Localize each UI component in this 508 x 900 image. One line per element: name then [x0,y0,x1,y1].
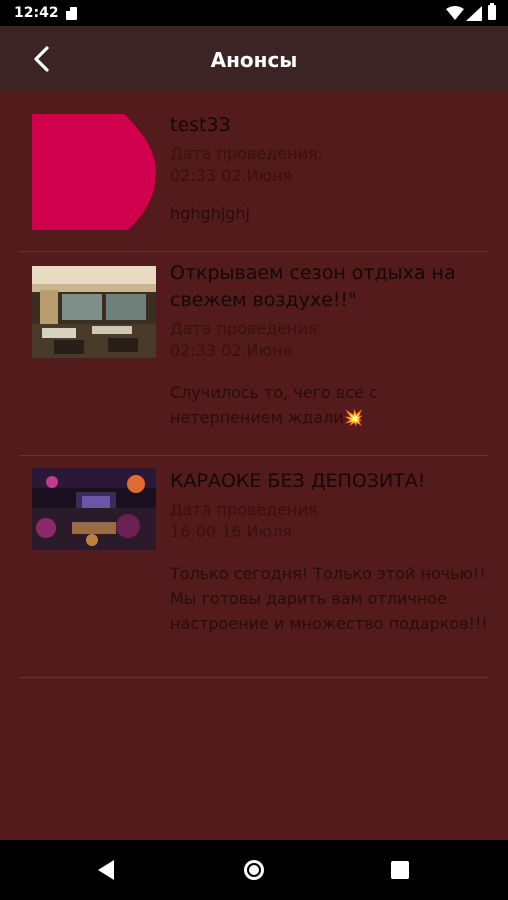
event-text: Открываем сезон отдыха на свежем воздухе… [170,260,488,430]
signal-icon [466,6,482,21]
event-item[interactable]: test33 Дата проведения: 02:33 02.Июня hg… [20,106,488,252]
nav-recents-button[interactable] [384,854,416,886]
battery-icon [488,3,496,20]
event-item[interactable]: Открываем сезон отдыха на свежем воздухе… [20,252,488,456]
events-list[interactable]: test33 Дата проведения: 02:33 02.Июня hg… [0,92,508,840]
status-time: 12:42 [14,5,59,21]
circle-home-icon [244,860,264,880]
page-title: Анонсы [210,48,298,72]
wifi-icon [446,6,464,20]
status-bar: 12:42 [0,0,508,26]
event-title: Открываем сезон отдыха на свежем воздухе… [170,262,456,311]
event-text: test33 Дата проведения: 02:33 02.Июня hg… [170,112,488,226]
event-title: test33 [170,114,231,136]
event-description: hghghjghj [170,204,250,223]
event-date-label: Дата проведения: [170,144,323,163]
event-title: КАРАОКЕ БЕЗ ДЕПОЗИТА! [170,470,426,492]
nav-back-button[interactable] [92,854,124,886]
nav-home-button[interactable] [238,854,270,886]
event-image [32,266,156,358]
sd-card-icon [66,7,77,20]
event-date: 02:33 02.Июня [170,166,293,185]
event-date-label: Дата проведения: [170,500,323,519]
event-description: Случилось то, чего все с нетерпением жда… [170,383,378,427]
event-date: 02:33 02.Июня [170,341,293,360]
event-image [32,468,156,550]
square-recents-icon [391,861,409,879]
triangle-back-icon [98,860,114,880]
event-text: КАРАОКЕ БЕЗ ДЕПОЗИТА! Дата проведения: 1… [170,468,488,636]
event-image [32,114,156,230]
event-description: Только сегодня! Только этой ночью!! Мы г… [170,564,488,633]
event-item[interactable]: КАРАОКЕ БЕЗ ДЕПОЗИТА! Дата проведения: 1… [20,456,488,678]
system-nav-bar [0,840,508,900]
event-date-label: Дата проведения: [170,319,323,338]
event-date: 16:00 16.Июля [170,522,292,541]
app-bar: Анонсы [0,26,508,92]
